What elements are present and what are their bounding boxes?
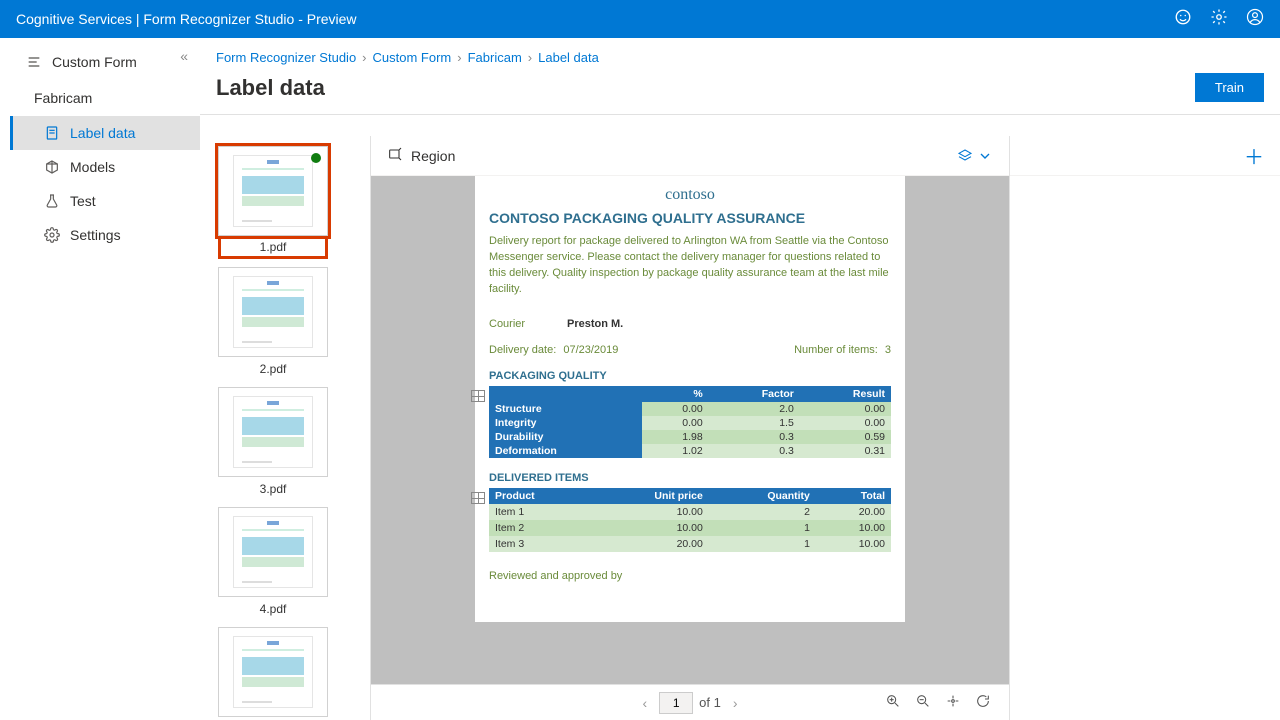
chevron-down-icon	[977, 148, 993, 164]
crumb-2[interactable]: Fabricam	[468, 50, 522, 65]
account-icon[interactable]	[1246, 8, 1264, 31]
thumbnail-item[interactable]: 4.pdf	[218, 507, 328, 619]
document-page: contoso CONTOSO PACKAGING QUALITY ASSURA…	[475, 176, 905, 622]
doc-title: CONTOSO PACKAGING QUALITY ASSURANCE	[489, 210, 891, 226]
nav-item-settings[interactable]: Settings	[10, 218, 200, 252]
thumbnail-item[interactable]: 5.pdf	[218, 627, 328, 720]
nav-item-models[interactable]: Models	[10, 150, 200, 184]
doc-brand: contoso	[489, 186, 891, 204]
next-page-button[interactable]: ›	[727, 695, 744, 711]
delivered-items-table: ProductUnit priceQuantityTotal Item 110.…	[489, 488, 891, 552]
crumb-0[interactable]: Form Recognizer Studio	[216, 50, 356, 65]
doc-description: Delivery report for package delivered to…	[489, 234, 891, 298]
table-marker-icon[interactable]	[471, 492, 485, 504]
region-tool-icon[interactable]	[387, 146, 403, 165]
left-nav: « Custom Form Fabricam Label data Models…	[0, 38, 200, 720]
region-tool-label[interactable]: Region	[411, 148, 455, 164]
zoom-out-icon[interactable]	[915, 693, 931, 712]
labeled-dot-icon	[311, 153, 321, 163]
table-marker-icon[interactable]	[471, 390, 485, 402]
rotate-icon[interactable]	[975, 693, 991, 712]
nav-item-label-data[interactable]: Label data	[10, 116, 200, 150]
collapse-nav-icon[interactable]: «	[180, 48, 188, 64]
packaging-quality-table: %FactorResult Structure0.002.00.00 Integ…	[489, 386, 891, 458]
page-title: Label data	[216, 75, 325, 101]
feedback-icon[interactable]	[1174, 8, 1192, 31]
nav-project[interactable]: Fabricam	[10, 80, 200, 116]
nav-item-test[interactable]: Test	[10, 184, 200, 218]
page-total: of 1	[699, 695, 721, 710]
crumb-1[interactable]: Custom Form	[373, 50, 452, 65]
thumbnail-list[interactable]: 1.pdf 2.pdf 3.pdf 4.pdf 5.pdf	[200, 136, 370, 720]
breadcrumb: Form Recognizer Studio› Custom Form› Fab…	[200, 38, 1280, 73]
page-input[interactable]	[659, 692, 693, 714]
nav-root-label: Custom Form	[52, 54, 137, 70]
train-button[interactable]: Train	[1195, 73, 1264, 102]
zoom-in-icon[interactable]	[885, 693, 901, 712]
app-title: Cognitive Services | Form Recognizer Stu…	[16, 11, 357, 27]
layers-dropdown[interactable]	[957, 148, 993, 164]
crumb-3[interactable]: Label data	[538, 50, 599, 65]
thumbnail-item[interactable]: 1.pdf	[218, 146, 328, 259]
document-viewer[interactable]: contoso CONTOSO PACKAGING QUALITY ASSURA…	[371, 176, 1009, 684]
thumbnail-item[interactable]: 3.pdf	[218, 387, 328, 499]
top-bar: Cognitive Services | Form Recognizer Stu…	[0, 0, 1280, 38]
fields-panel: ＋	[1010, 136, 1280, 720]
settings-icon[interactable]	[1210, 8, 1228, 31]
thumbnail-item[interactable]: 2.pdf	[218, 267, 328, 379]
prev-page-button[interactable]: ‹	[636, 695, 653, 711]
pager: ‹ of 1 ›	[371, 684, 1009, 720]
add-field-button[interactable]: ＋	[1244, 141, 1264, 170]
nav-root[interactable]: Custom Form	[10, 44, 200, 80]
doc-toolbar: Region	[371, 136, 1009, 176]
fit-icon[interactable]	[945, 693, 961, 712]
